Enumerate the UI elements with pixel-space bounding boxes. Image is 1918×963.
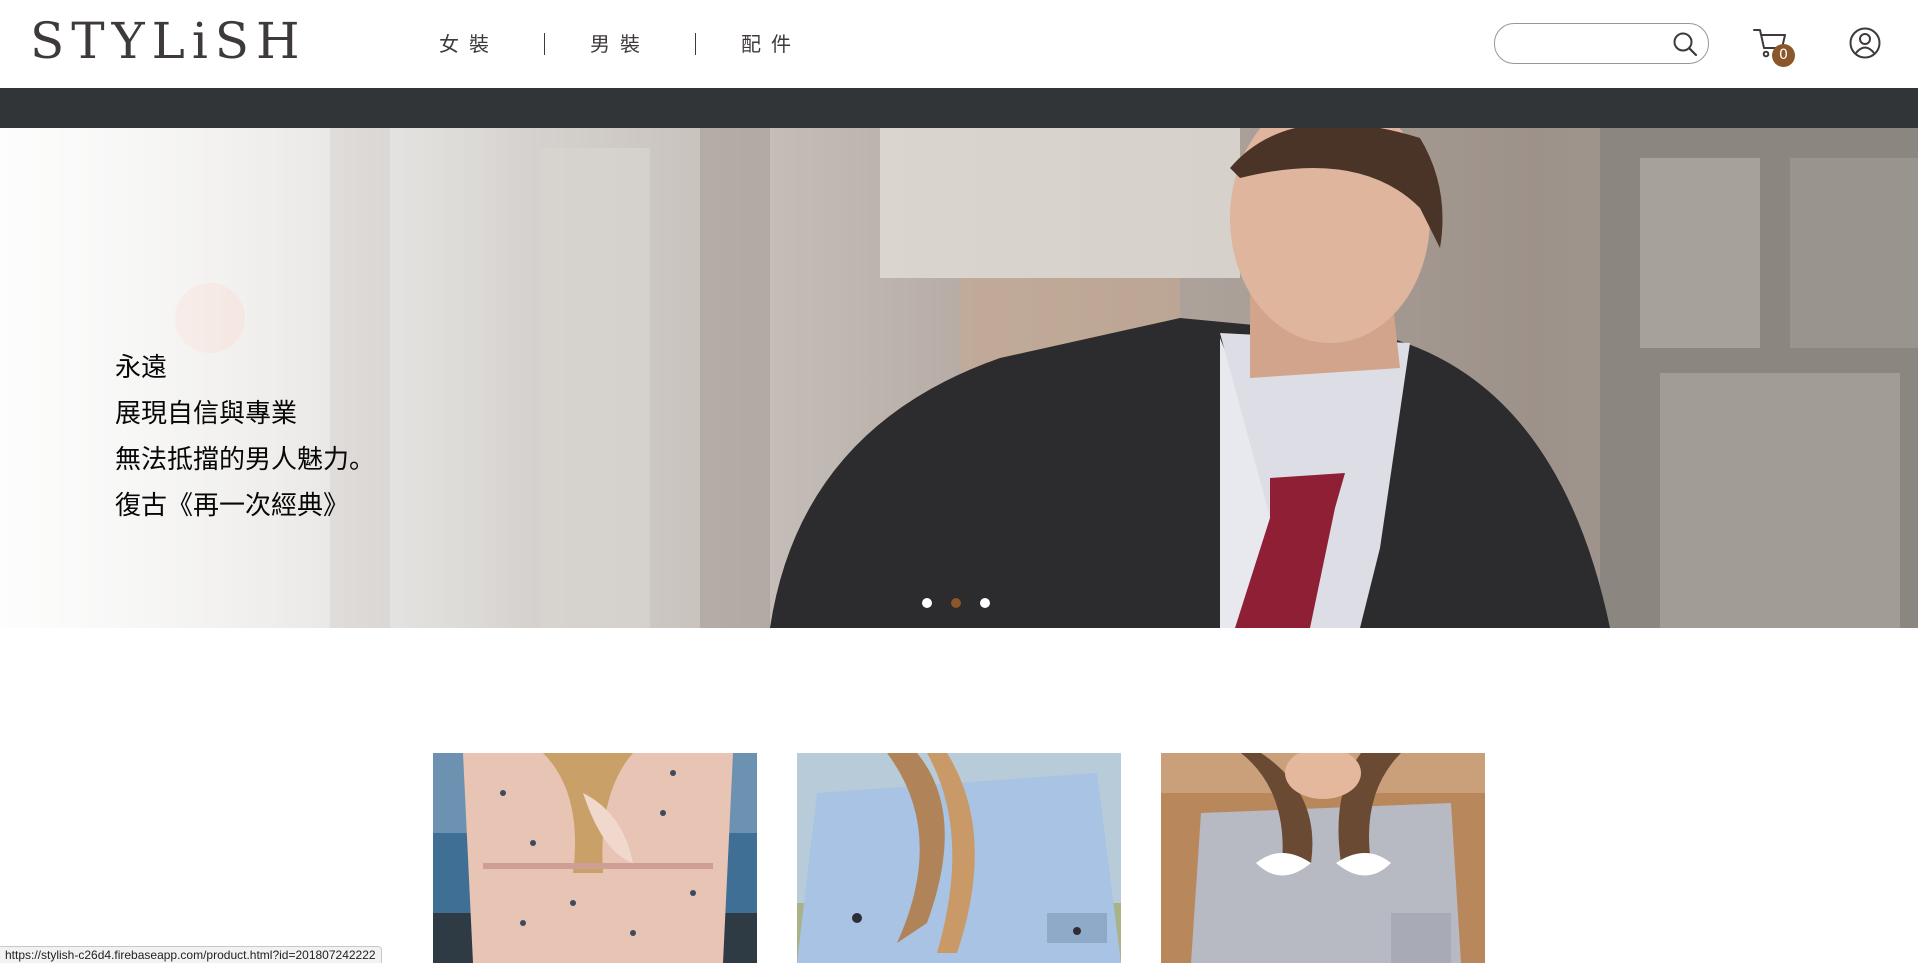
- product-card-2[interactable]: [797, 753, 1121, 963]
- search-box: [1494, 23, 1709, 64]
- cart-count-badge: 0: [1772, 44, 1795, 67]
- status-bar-url: https://stylish-c26d4.firebaseapp.com/pr…: [0, 946, 382, 963]
- product-card-1[interactable]: [433, 753, 757, 963]
- search-icon[interactable]: [1672, 31, 1698, 57]
- product-list: [433, 753, 1485, 963]
- product-image: [1161, 753, 1485, 963]
- search-input[interactable]: [1509, 32, 1659, 56]
- stylish-logo[interactable]: STYLiSH: [30, 16, 307, 66]
- carousel-dot-1[interactable]: [922, 598, 932, 608]
- carousel-dots: [922, 597, 1009, 609]
- campaign-story: 永遠 展現自信與專業 無法抵擋的男人魅力。 復古《再一次經典》: [115, 345, 375, 529]
- campaign-story-line: 無法抵擋的男人魅力。: [115, 445, 376, 475]
- category-nav: 女裝 男裝 配件: [394, 26, 846, 62]
- cart-button[interactable]: 0: [1752, 24, 1796, 68]
- nav-item-men[interactable]: 男裝: [545, 26, 695, 62]
- nav-item-accessories[interactable]: 配件: [696, 26, 846, 62]
- site-header: STYLiSH 女裝 男裝 配件 0: [0, 0, 1918, 88]
- campaign-story-line: 永遠: [115, 353, 168, 383]
- member-icon[interactable]: [1848, 25, 1882, 61]
- product-image: [797, 753, 1121, 963]
- nav-item-women[interactable]: 女裝: [394, 26, 544, 62]
- campaign-banner[interactable]: 永遠 展現自信與專業 無法抵擋的男人魅力。 復古《再一次經典》: [0, 128, 1918, 628]
- header-divider-bar: [0, 88, 1918, 128]
- carousel-dot-3[interactable]: [980, 598, 990, 608]
- campaign-story-line: 展現自信與專業: [115, 399, 298, 429]
- campaign-story-line: 復古《再一次經典》: [115, 491, 350, 521]
- product-card-3[interactable]: [1161, 753, 1485, 963]
- product-image: [433, 753, 757, 963]
- carousel-dot-2[interactable]: [951, 598, 961, 608]
